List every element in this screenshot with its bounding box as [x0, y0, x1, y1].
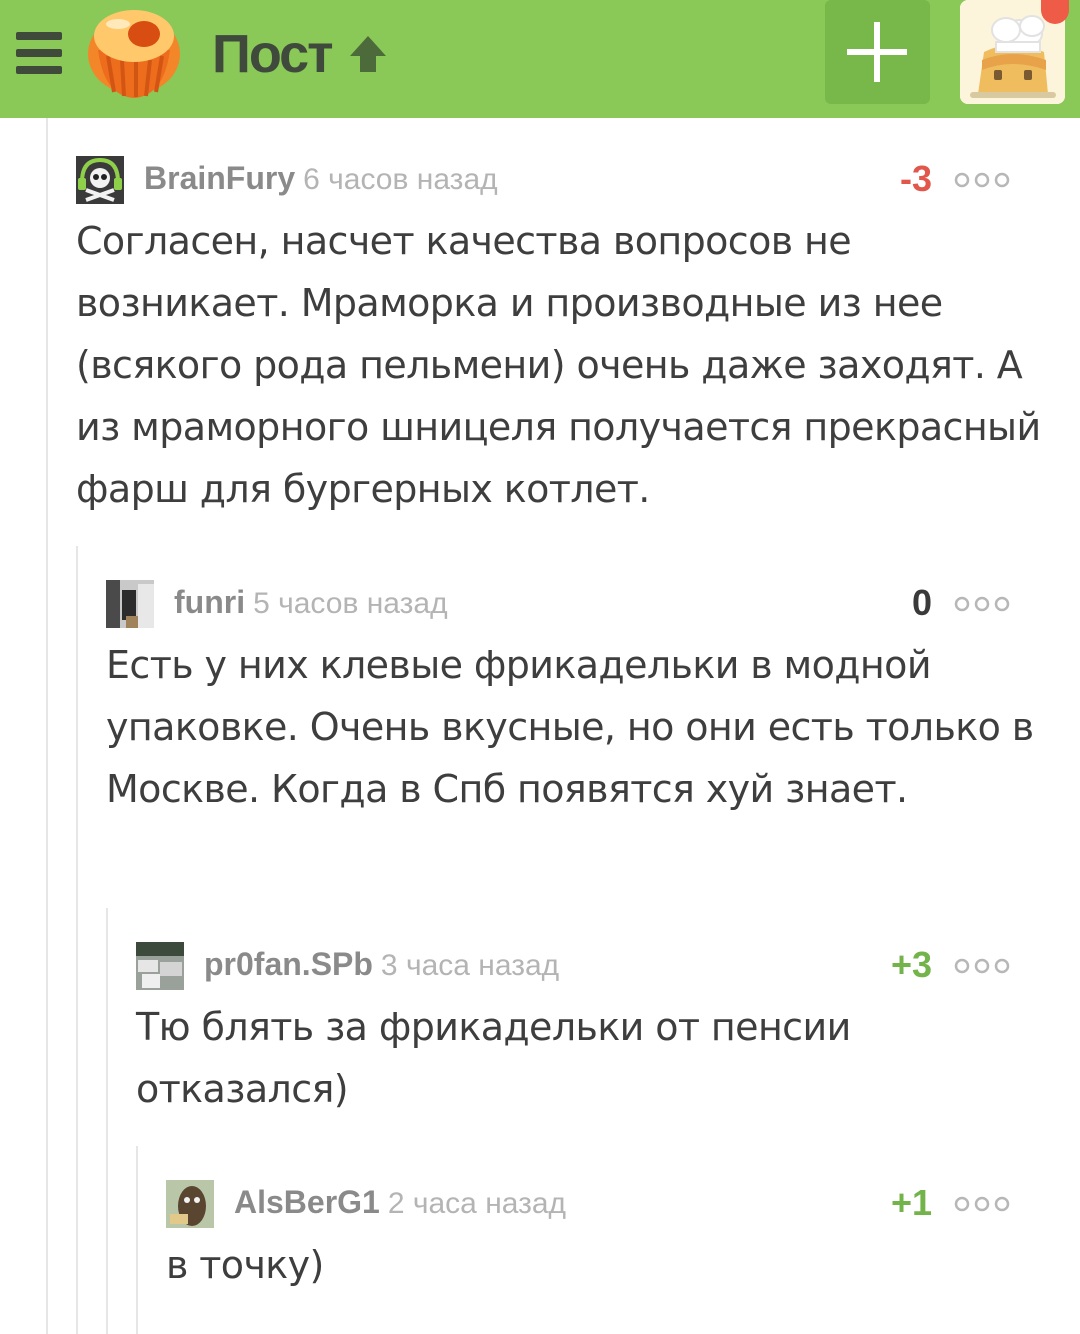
comment-author[interactable]: AlsBerG1 2 часа назад [234, 1184, 566, 1221]
comment: BrainFury 6 часов назад -3 Согласен, насч… [76, 156, 1046, 520]
comment-rating: 0 [911, 582, 932, 623]
page-title-link[interactable]: Пост [212, 22, 390, 86]
more-options-icon[interactable] [954, 172, 1010, 188]
more-options-icon[interactable] [954, 1196, 1010, 1212]
comment-text: в точку) [166, 1243, 324, 1287]
menu-icon[interactable] [16, 32, 62, 74]
comment-time: 2 часа назад [387, 1187, 567, 1220]
comment: funri 5 часов назад 0 Есть у них клевые ф… [106, 580, 1046, 820]
comment-author[interactable]: pr0fan.SPb 3 часа назад [204, 946, 559, 983]
more-options-icon[interactable] [954, 958, 1010, 974]
comment-text: Есть у них клевые фрикадельки в модной у… [106, 643, 1034, 811]
comment-time: 3 часа назад [380, 949, 560, 982]
comment-time: 6 часов назад [303, 163, 498, 196]
comment-avatar[interactable] [136, 942, 184, 990]
comment-time: 5 часов назад [253, 587, 448, 620]
page-title: Пост [212, 24, 334, 84]
comment: AlsBerG1 2 часа назад +1 в точку) [166, 1180, 1046, 1296]
comment-thread: BrainFury 6 часов назад -3 Согласен, насч… [0, 118, 1080, 1334]
thread-rail [136, 1146, 138, 1334]
comment: pr0fan.SPb 3 часа назад +3 Тю блять за фр… [136, 942, 1046, 1120]
comment-avatar[interactable] [166, 1180, 214, 1228]
comment-avatar[interactable] [106, 580, 154, 628]
comment-rating: +1 [890, 1182, 932, 1223]
thread-rail [76, 546, 78, 1334]
comment-rating: +3 [890, 944, 932, 985]
comment-rating: -3 [899, 158, 932, 199]
thread-rail [46, 118, 48, 1334]
plus-icon [847, 22, 907, 82]
more-options-icon[interactable] [954, 596, 1010, 612]
add-post-button[interactable] [825, 0, 930, 104]
pikabu-logo[interactable] [84, 4, 184, 104]
comment-author[interactable]: funri 5 часов назад [174, 584, 448, 621]
top-app-bar: Пост [0, 0, 1080, 118]
thread-rail [106, 908, 108, 1334]
comment-author[interactable]: BrainFury 6 часов назад [144, 160, 498, 197]
comment-text: Тю блять за фрикадельки от пенсии отказа… [136, 1005, 851, 1111]
arrow-up-icon [349, 36, 386, 72]
comment-avatar[interactable] [76, 156, 124, 204]
comment-text: Согласен, насчет качества вопросов не во… [76, 219, 1041, 511]
